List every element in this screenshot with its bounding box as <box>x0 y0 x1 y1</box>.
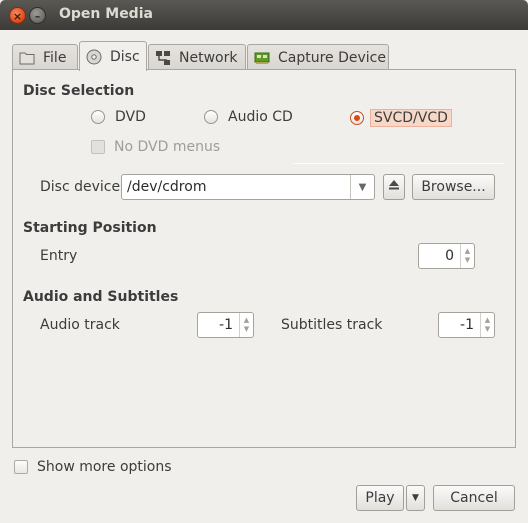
tab-disc[interactable]: Disc <box>79 41 147 71</box>
browse-button-label: Browse... <box>421 179 486 195</box>
entry-value[interactable]: 0 <box>419 248 460 264</box>
disc-device-value[interactable]: /dev/cdrom <box>122 179 350 195</box>
audio-subtitles-heading: Audio and Subtitles <box>23 289 179 305</box>
audio-track-spinbox[interactable]: -1 ▲ ▼ <box>197 312 254 338</box>
show-more-options-box[interactable] <box>14 460 28 474</box>
close-window-button[interactable]: × <box>9 7 26 24</box>
spin-arrows-icon[interactable]: ▲ ▼ <box>460 244 474 268</box>
show-more-options-checkbox[interactable]: Show more options <box>14 459 172 475</box>
tab-file[interactable]: File <box>12 44 78 71</box>
radio-audio-cd[interactable]: Audio CD <box>204 109 293 125</box>
no-dvd-menus-checkbox[interactable]: No DVD menus <box>91 139 220 155</box>
radio-svcd-vcd[interactable]: SVCD/VCD <box>350 109 452 127</box>
play-button[interactable]: Play <box>356 485 404 511</box>
folder-icon <box>19 50 35 66</box>
radio-dvd[interactable]: DVD <box>91 109 146 125</box>
audio-track-value[interactable]: -1 <box>198 317 239 333</box>
entry-label: Entry <box>40 248 78 264</box>
radio-audio-cd-label: Audio CD <box>228 109 293 125</box>
chevron-down-icon: ▼ <box>412 493 419 503</box>
audio-track-label: Audio track <box>40 317 120 333</box>
disc-device-label: Disc device <box>40 179 121 195</box>
play-options-dropdown[interactable]: ▼ <box>406 485 425 511</box>
tab-disc-label: Disc <box>110 48 140 65</box>
subtitles-track-spinbox[interactable]: -1 ▲ ▼ <box>438 312 495 338</box>
eject-button[interactable] <box>383 174 405 200</box>
disc-icon <box>86 49 102 65</box>
title-bar: × – Open Media <box>0 0 528 30</box>
spin-arrows-icon[interactable]: ▲ ▼ <box>480 313 494 337</box>
disc-selection-heading: Disc Selection <box>23 83 135 99</box>
tab-file-label: File <box>43 50 67 66</box>
radio-dvd-label: DVD <box>115 109 146 125</box>
tab-network-label: Network <box>179 50 238 66</box>
cancel-button[interactable]: Cancel <box>433 485 515 511</box>
tab-capture-device[interactable]: Capture Device <box>247 44 389 71</box>
tab-network[interactable]: Network <box>148 44 246 71</box>
subtitles-track-label: Subtitles track <box>281 317 383 333</box>
window-title: Open Media <box>59 6 153 22</box>
entry-spinbox[interactable]: 0 ▲ ▼ <box>418 243 475 269</box>
chevron-down-icon[interactable]: ▼ <box>350 175 374 199</box>
radio-svcd-vcd-indicator[interactable] <box>350 111 364 125</box>
no-dvd-menus-box[interactable] <box>91 140 105 154</box>
network-icon <box>155 50 171 66</box>
show-more-options-label: Show more options <box>37 459 172 475</box>
browse-button[interactable]: Browse... <box>412 174 495 200</box>
capture-card-icon <box>254 50 270 66</box>
radio-audio-cd-indicator[interactable] <box>204 110 218 124</box>
eject-icon <box>388 179 400 195</box>
cancel-button-label: Cancel <box>450 490 498 506</box>
play-button-label: Play <box>365 490 395 506</box>
minimize-window-button[interactable]: – <box>29 7 46 24</box>
disc-device-combo[interactable]: /dev/cdrom ▼ <box>121 174 375 200</box>
disc-tab-panel: Disc Selection DVD Audio CD SVCD/VCD No … <box>12 69 516 448</box>
tab-capture-device-label: Capture Device <box>278 50 386 66</box>
no-dvd-menus-label: No DVD menus <box>114 139 221 155</box>
subtitles-track-value[interactable]: -1 <box>439 317 480 333</box>
disc-separator <box>293 163 505 164</box>
radio-svcd-vcd-label: SVCD/VCD <box>370 109 452 127</box>
spin-arrows-icon[interactable]: ▲ ▼ <box>239 313 253 337</box>
starting-position-heading: Starting Position <box>23 220 157 236</box>
radio-dvd-indicator[interactable] <box>91 110 105 124</box>
